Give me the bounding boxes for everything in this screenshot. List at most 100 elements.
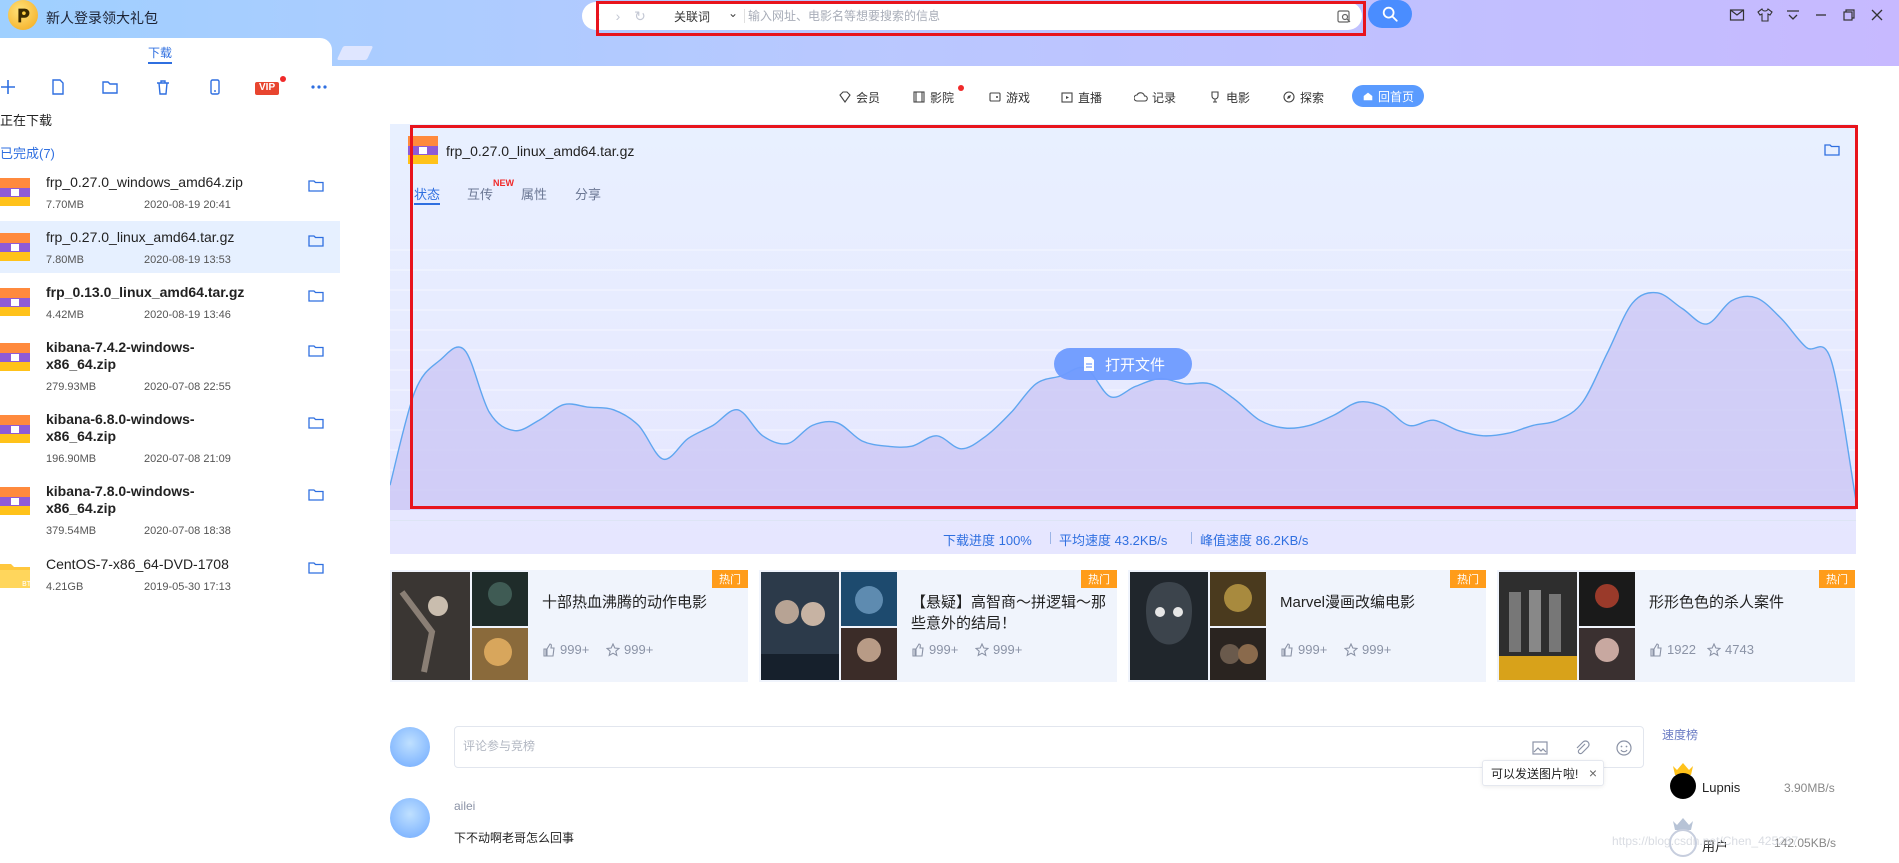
open-folder-icon[interactable] xyxy=(308,343,324,359)
search-input[interactable] xyxy=(748,6,1318,26)
login-promo-link[interactable]: 新人登录领大礼包 xyxy=(46,8,158,28)
address-bar[interactable]: ‹ › ↻ 关联词 ⌄ xyxy=(582,2,1362,30)
close-icon[interactable]: × xyxy=(1589,765,1597,781)
nav-item-history[interactable]: 记录 xyxy=(1134,86,1176,108)
open-folder-icon[interactable] xyxy=(308,288,324,304)
user-avatar[interactable] xyxy=(390,798,430,838)
home-icon xyxy=(1363,92,1373,101)
download-item[interactable]: BT CentOS-7-x86_64-DVD-1708 4.21GB 2019-… xyxy=(0,548,340,600)
open-folder-icon[interactable] xyxy=(1824,142,1840,158)
comment-input-box[interactable] xyxy=(454,726,1644,768)
chevron-down-icon[interactable]: ⌄ xyxy=(728,6,738,20)
likes-count[interactable]: 999+ xyxy=(911,642,958,657)
tab-downloads[interactable]: 下载 xyxy=(0,38,332,66)
nav-item-live[interactable]: 直播 xyxy=(1060,86,1102,108)
divider xyxy=(1191,532,1192,544)
nav-item-movies[interactable]: 电影 xyxy=(1208,86,1250,108)
comment-input[interactable] xyxy=(463,739,1363,753)
recommend-card[interactable]: 十部热血沸腾的动作电影 热门 999+ 999+ xyxy=(390,570,748,682)
poster-image xyxy=(472,572,528,626)
tab-status[interactable]: 状态 xyxy=(414,184,440,203)
search-button[interactable] xyxy=(1368,0,1412,28)
open-folder-icon[interactable] xyxy=(308,487,324,503)
open-file-button[interactable]: 打开文件 xyxy=(1054,348,1192,380)
more-icon[interactable] xyxy=(308,76,330,98)
star-icon xyxy=(606,642,620,657)
likes-count[interactable]: 999+ xyxy=(1280,642,1327,657)
close-icon[interactable] xyxy=(1868,6,1886,24)
skin-icon[interactable] xyxy=(1756,6,1774,24)
open-folder-icon[interactable] xyxy=(308,415,324,431)
poster-image xyxy=(1579,628,1635,680)
restore-icon[interactable] xyxy=(1840,6,1858,24)
tab-share[interactable]: 分享 xyxy=(575,184,601,203)
nav-label: 会员 xyxy=(856,90,881,105)
download-item[interactable]: kibana-7.8.0-windows-x86_64.zip 379.54MB… xyxy=(0,475,340,545)
nav-item-explore[interactable]: 探索 xyxy=(1282,86,1324,108)
nav-label: 探索 xyxy=(1300,90,1325,105)
stars-count[interactable]: 999+ xyxy=(1344,642,1391,657)
nav-label: 游戏 xyxy=(1006,90,1031,105)
tab-transfer[interactable]: 互传 xyxy=(467,184,493,203)
thumbs-up-icon xyxy=(1281,642,1293,657)
likes-count[interactable]: 1922 xyxy=(1649,642,1696,657)
image-icon[interactable] xyxy=(1531,739,1549,757)
download-item[interactable]: frp_0.27.0_windows_amd64.zip 7.70MB 2020… xyxy=(0,166,340,218)
card-title: 形形色色的杀人案件 xyxy=(1649,594,1785,611)
recommend-card[interactable]: 【悬疑】高智商～拼逻辑～那些意外的结局！ 热门 999+ 999+ xyxy=(759,570,1117,682)
open-folder-icon[interactable] xyxy=(308,178,324,194)
downloading-section[interactable]: 正在下载 xyxy=(0,110,52,129)
stars-count[interactable]: 4743 xyxy=(1707,642,1754,657)
clipboard-search-icon[interactable] xyxy=(1336,8,1352,24)
recommend-card[interactable]: 形形色色的杀人案件 热门 1922 4743 xyxy=(1497,570,1855,682)
archive-file-icon xyxy=(0,178,30,206)
tab-properties[interactable]: 属性 xyxy=(521,184,547,203)
comment-username[interactable]: ailei xyxy=(454,799,475,813)
file-name: kibana-7.4.2-windows-x86_64.zip xyxy=(46,339,195,372)
keyword-mode-select[interactable]: 关联词 xyxy=(674,8,710,25)
completed-section[interactable]: 已完成(7) xyxy=(0,143,55,162)
emoji-icon[interactable] xyxy=(1615,739,1633,757)
file-icon[interactable] xyxy=(47,76,69,98)
nav-item-vip[interactable]: 会员 xyxy=(838,86,880,108)
download-item[interactable]: kibana-7.4.2-windows-x86_64.zip 279.93MB… xyxy=(0,331,340,401)
diamond-icon xyxy=(839,91,851,103)
home-button[interactable]: 回首页 xyxy=(1352,85,1424,107)
download-item-selected[interactable]: frp_0.27.0_linux_amd64.tar.gz 7.80MB 202… xyxy=(0,221,340,273)
download-item[interactable]: kibana-6.8.0-windows-x86_64.zip 196.90MB… xyxy=(0,403,340,473)
mobile-icon[interactable] xyxy=(204,76,226,98)
open-folder-icon[interactable] xyxy=(308,560,324,576)
tab-placeholder[interactable] xyxy=(336,46,374,60)
attachment-icon[interactable] xyxy=(1573,739,1591,757)
file-size: 7.70MB xyxy=(46,199,84,211)
folder-icon[interactable] xyxy=(99,76,121,98)
mail-icon[interactable] xyxy=(1728,6,1746,24)
download-item[interactable]: frp_0.13.0_linux_amd64.tar.gz 4.42MB 202… xyxy=(0,276,340,328)
star-icon xyxy=(1344,642,1358,657)
my-avatar[interactable] xyxy=(390,727,430,767)
speed-ranking-title: 速度榜 xyxy=(1662,728,1699,742)
refresh-icon[interactable]: ↻ xyxy=(632,8,648,24)
archive-file-icon xyxy=(408,136,438,164)
nav-label: 直播 xyxy=(1078,90,1103,105)
menu-icon[interactable] xyxy=(1784,6,1802,24)
recommend-card[interactable]: Marvel漫画改编电影 热门 999+ 999+ xyxy=(1128,570,1486,682)
nav-item-cinema[interactable]: 影院 xyxy=(912,86,954,108)
delete-icon[interactable] xyxy=(152,76,174,98)
stars-value: 999+ xyxy=(1362,642,1392,657)
open-folder-icon[interactable] xyxy=(308,233,324,249)
home-label: 回首页 xyxy=(1377,89,1414,104)
minimize-icon[interactable] xyxy=(1812,6,1830,24)
likes-count[interactable]: 999+ xyxy=(542,642,589,657)
vip-icon[interactable]: VIP xyxy=(254,76,286,98)
rank-user-name[interactable]: Lupnis xyxy=(1702,780,1740,795)
stars-count[interactable]: 999+ xyxy=(606,642,653,657)
crown-avatar[interactable] xyxy=(1666,758,1700,800)
nav-item-games[interactable]: 游戏 xyxy=(988,86,1030,108)
back-icon[interactable]: ‹ xyxy=(590,8,606,24)
add-icon[interactable] xyxy=(0,76,19,98)
stars-count[interactable]: 999+ xyxy=(975,642,1022,657)
file-size: 196.90MB xyxy=(46,453,97,465)
search-icon xyxy=(1382,6,1398,22)
forward-icon[interactable]: › xyxy=(610,8,626,24)
